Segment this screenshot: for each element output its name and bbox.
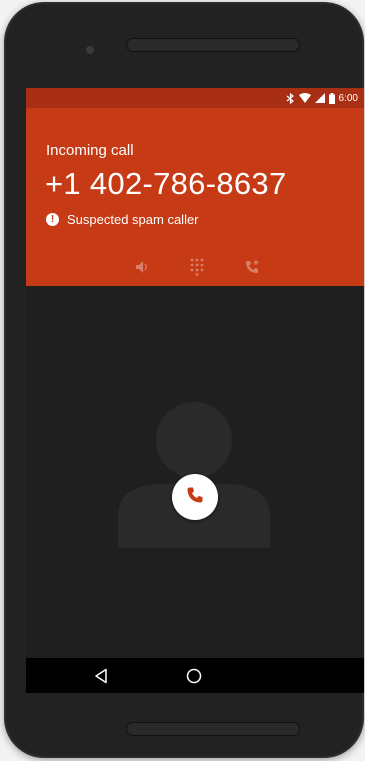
earpiece-speaker	[126, 38, 300, 52]
bluetooth-icon	[286, 92, 295, 104]
call-header: Incoming call +1 402-786-8637 ! Suspecte…	[26, 108, 364, 286]
bottom-speaker	[126, 722, 300, 736]
incoming-call-label: Incoming call	[46, 142, 134, 159]
add-call-icon[interactable]	[242, 257, 262, 277]
phone-screen: 6:00 Incoming call +1 402-786-8637 ! Sus…	[26, 88, 364, 693]
wifi-icon	[298, 93, 311, 103]
phone-body: 6:00 Incoming call +1 402-786-8637 ! Sus…	[6, 4, 364, 756]
back-icon[interactable]	[94, 668, 108, 689]
navigation-bar	[26, 658, 364, 693]
phone-device: 6:00 Incoming call +1 402-786-8637 ! Sus…	[4, 2, 364, 758]
home-icon[interactable]	[186, 668, 202, 689]
alert-icon: !	[46, 213, 59, 226]
spam-warning: ! Suspected spam caller	[46, 212, 199, 227]
phone-icon	[186, 486, 204, 509]
spam-warning-text: Suspected spam caller	[67, 212, 199, 227]
front-camera	[86, 46, 94, 54]
answer-call-button[interactable]	[172, 474, 218, 520]
call-actions	[132, 253, 262, 281]
status-time: 6:00	[338, 92, 358, 104]
signal-icon	[314, 93, 325, 103]
caller-number: +1 402-786-8637	[45, 166, 287, 201]
caller-avatar	[118, 398, 270, 548]
dialpad-icon[interactable]	[187, 257, 207, 277]
speaker-icon[interactable]	[132, 257, 152, 277]
status-bar: 6:00	[26, 88, 364, 108]
battery-icon	[328, 92, 335, 104]
